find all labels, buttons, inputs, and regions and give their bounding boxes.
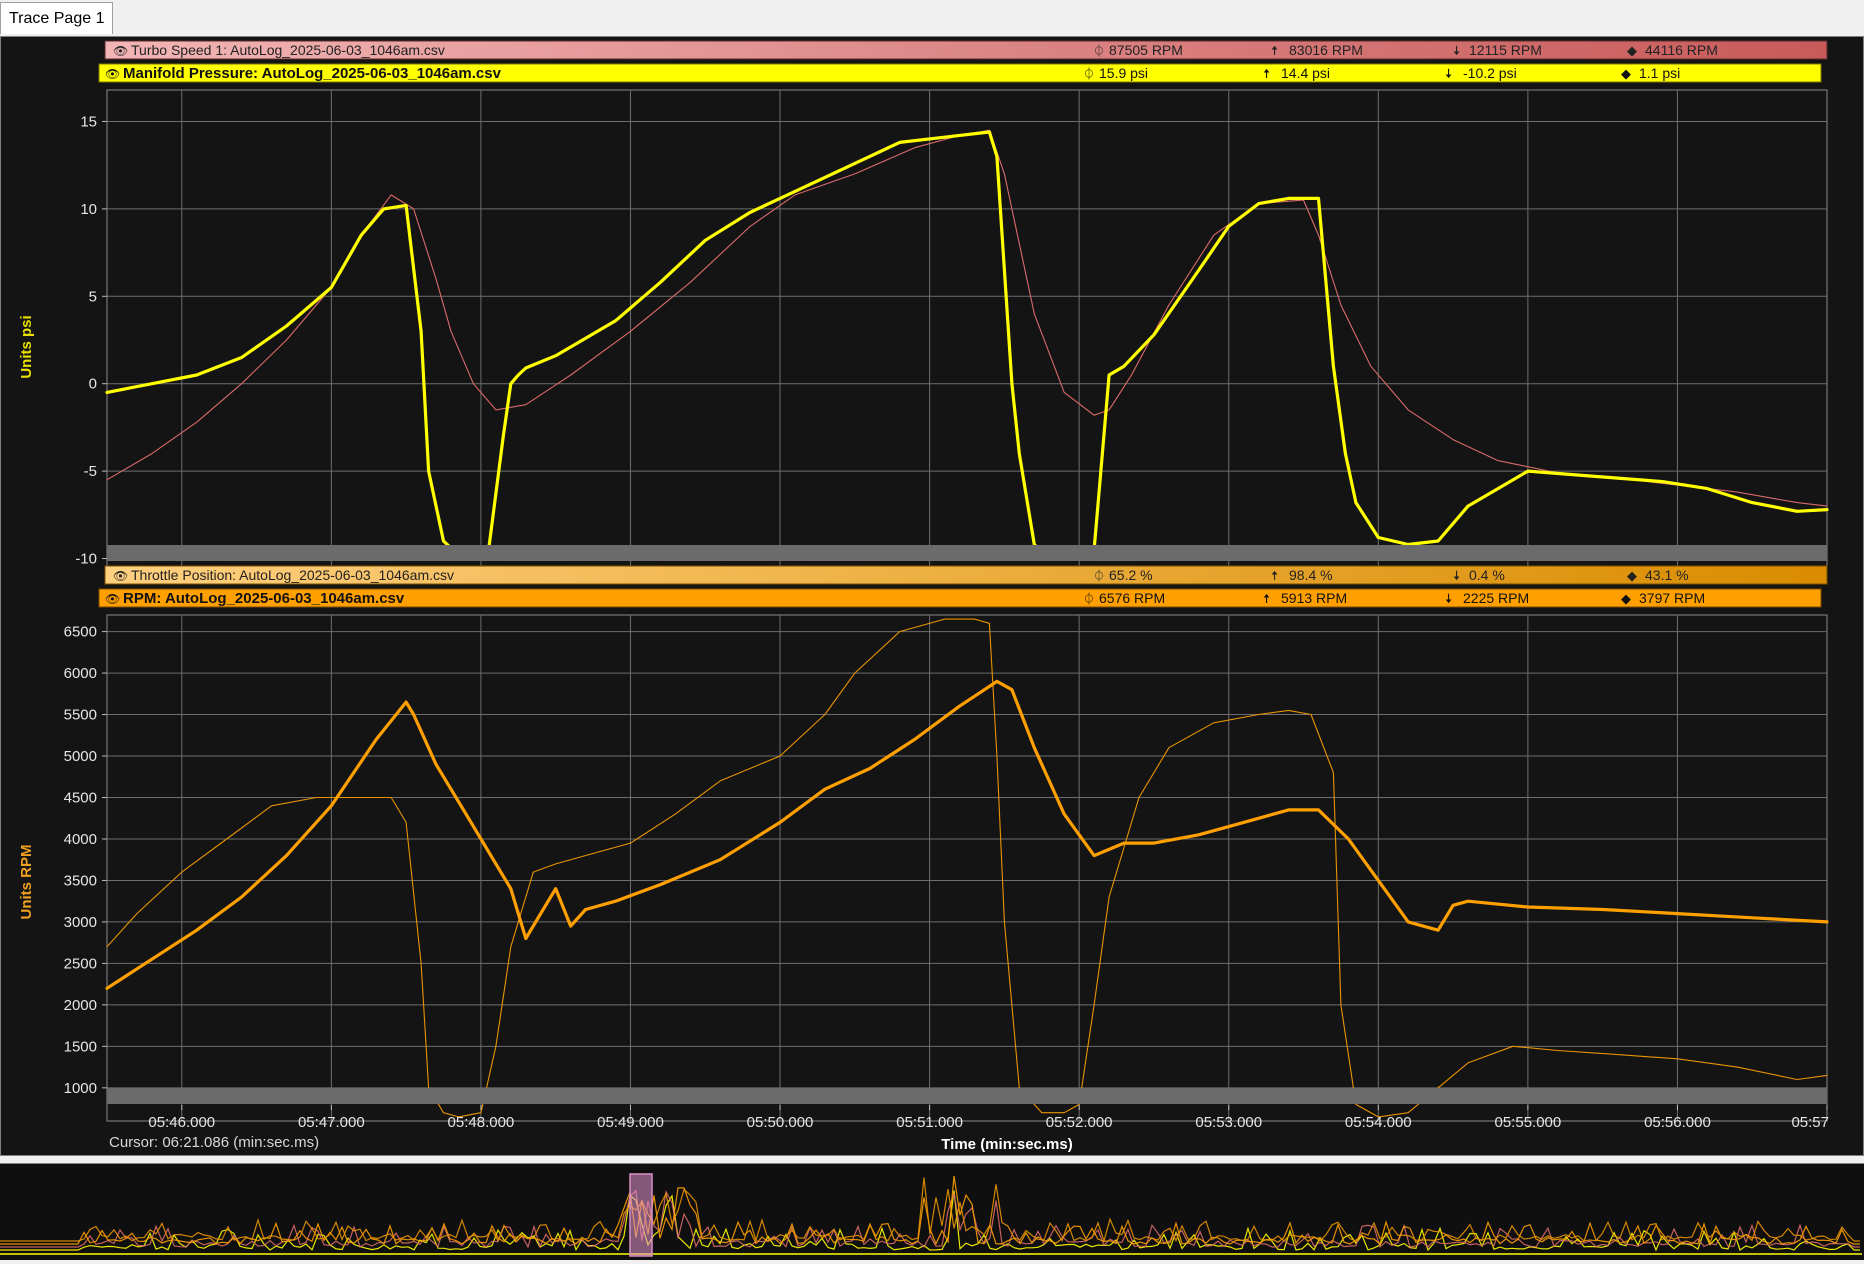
y-axis-label-psi: Units psi xyxy=(18,315,35,378)
diamond-icon: ◆ xyxy=(1621,66,1631,81)
arrow-down-icon: 🠇 xyxy=(1445,66,1452,81)
scrollbar-2[interactable] xyxy=(107,1088,1827,1104)
y-tick-label: 5000 xyxy=(64,748,97,765)
trace-page: 👁 Turbo Speed 1: AutoLog_2025-06-03_1046… xyxy=(0,36,1864,1156)
legend-max-rpm: 5913 RPM xyxy=(1281,590,1347,606)
legend-min-manifold-pressure: -10.2 psi xyxy=(1463,65,1517,81)
legend-max-throttle-position: 98.4 % xyxy=(1289,567,1333,583)
legend-label-turbo-speed: Turbo Speed 1: AutoLog_2025-06-03_1046am… xyxy=(131,42,445,58)
legend-min-turbo-speed: 12115 RPM xyxy=(1469,42,1542,58)
x-tick-label: 05:57 xyxy=(1791,1114,1829,1131)
tab-trace-page-1[interactable]: Trace Page 1 xyxy=(0,2,114,34)
cursor-value-icon: ⏀ xyxy=(1093,43,1105,58)
x-tick-label: 05:54.000 xyxy=(1345,1114,1412,1131)
x-tick-label: 05:49.000 xyxy=(597,1114,664,1131)
y-tick-label: 15 xyxy=(80,113,97,130)
x-tick-label: 05:53.000 xyxy=(1195,1114,1262,1131)
y-tick-label: 6000 xyxy=(64,665,97,682)
legend-max-turbo-speed: 83016 RPM xyxy=(1289,42,1363,58)
overview-strip[interactable] xyxy=(0,1163,1864,1260)
arrow-up-icon: 🠅 xyxy=(1271,568,1278,583)
panel-manifold-pressure: 👁 Turbo Speed 1: AutoLog_2025-06-03_1046… xyxy=(18,40,1829,577)
cursor-value-icon: ⏀ xyxy=(1083,591,1095,606)
plot-area-1[interactable] xyxy=(106,89,1828,577)
trace-charts: 👁 Turbo Speed 1: AutoLog_2025-06-03_1046… xyxy=(18,40,1829,1153)
legend-current-rpm: 6576 RPM xyxy=(1099,590,1165,606)
arrow-up-icon: 🠅 xyxy=(1263,591,1270,606)
legend-avg-rpm: 3797 RPM xyxy=(1639,590,1705,606)
legend-current-turbo-speed: 87505 RPM xyxy=(1109,42,1183,58)
legend-current-throttle-position: 65.2 % xyxy=(1109,567,1153,583)
arrow-down-icon: 🠇 xyxy=(1453,43,1460,58)
y-tick-label: 4500 xyxy=(64,789,97,806)
cursor-value-icon: ⏀ xyxy=(1093,568,1105,583)
legend-avg-manifold-pressure: 1.1 psi xyxy=(1639,65,1680,81)
legend-bar-rpm[interactable]: 👁 RPM: AutoLog_2025-06-03_1046am.csv ⏀ 6… xyxy=(98,588,1822,608)
y-tick-label: 2000 xyxy=(64,997,97,1014)
x-tick-label: 05:56.000 xyxy=(1644,1114,1711,1131)
eye-icon[interactable]: 👁 xyxy=(113,44,128,58)
tab-bar: Trace Page 1 xyxy=(0,0,1864,37)
x-tick-label: 05:50.000 xyxy=(747,1114,814,1131)
x-tick-label: 05:51.000 xyxy=(896,1114,963,1131)
y-tick-label: 5500 xyxy=(64,707,97,724)
y-tick-label: 4000 xyxy=(64,831,97,848)
y-tick-label: 1500 xyxy=(64,1038,97,1055)
y-tick-label: -5 xyxy=(84,463,97,480)
legend-label-manifold-pressure: Manifold Pressure: AutoLog_2025-06-03_10… xyxy=(123,65,502,82)
y-tick-label: 2500 xyxy=(64,955,97,972)
legend-label-rpm: RPM: AutoLog_2025-06-03_1046am.csv xyxy=(123,590,405,607)
y-tick-label: -10 xyxy=(75,551,97,568)
legend-max-manifold-pressure: 14.4 psi xyxy=(1281,65,1330,81)
diamond-icon: ◆ xyxy=(1627,43,1637,58)
arrow-up-icon: 🠅 xyxy=(1271,43,1278,58)
x-tick-label: 05:48.000 xyxy=(448,1114,515,1131)
x-tick-label: 05:52.000 xyxy=(1046,1114,1113,1131)
diamond-icon: ◆ xyxy=(1627,568,1637,583)
y-axis-ticks-2: 6500 6000 5500 5000 4500 4000 3500 3000 2500 2000… xyxy=(64,624,107,1097)
y-tick-label: 6500 xyxy=(64,624,97,641)
arrow-down-icon: 🠇 xyxy=(1453,568,1460,583)
scrollbar-1[interactable] xyxy=(107,545,1827,561)
eye-icon[interactable]: 👁 xyxy=(105,592,120,606)
cursor-value-icon: ⏀ xyxy=(1083,66,1095,81)
x-tick-label: 05:55.000 xyxy=(1495,1114,1562,1131)
x-tick-label: 05:47.000 xyxy=(298,1114,365,1131)
overview-viewport-handle[interactable] xyxy=(629,1173,653,1257)
legend-avg-throttle-position: 43.1 % xyxy=(1645,567,1689,583)
x-axis-label: Time (min:sec.ms) xyxy=(941,1136,1072,1153)
legend-avg-turbo-speed: 44116 RPM xyxy=(1645,42,1718,58)
eye-icon[interactable]: 👁 xyxy=(113,569,128,583)
y-tick-label: 3000 xyxy=(64,914,97,931)
legend-current-manifold-pressure: 15.9 psi xyxy=(1099,65,1148,81)
legend-bar-throttle-position[interactable]: 👁 Throttle Position: AutoLog_2025-06-03_… xyxy=(104,565,1828,585)
legend-min-rpm: 2225 RPM xyxy=(1463,590,1529,606)
y-tick-label: 5 xyxy=(89,288,97,305)
legend-bar-turbo-speed[interactable]: 👁 Turbo Speed 1: AutoLog_2025-06-03_1046… xyxy=(104,40,1828,60)
overview-trace[interactable] xyxy=(0,1164,1862,1259)
arrow-up-icon: 🠅 xyxy=(1263,66,1270,81)
panel-rpm: 👁 Throttle Position: AutoLog_2025-06-03_… xyxy=(18,565,1829,1122)
y-tick-label: 1000 xyxy=(64,1080,97,1097)
overview-lines xyxy=(0,1175,1862,1255)
y-axis-ticks-1: 15 10 5 0 -5 -10 xyxy=(75,113,107,568)
eye-icon[interactable]: 👁 xyxy=(105,67,120,81)
legend-bar-manifold-pressure[interactable]: 👁 Manifold Pressure: AutoLog_2025-06-03_… xyxy=(98,63,1822,83)
y-axis-label-rpm: Units RPM xyxy=(18,845,35,920)
arrow-down-icon: 🠇 xyxy=(1445,591,1452,606)
legend-label-throttle-position: Throttle Position: AutoLog_2025-06-03_10… xyxy=(131,567,454,583)
y-tick-label: 10 xyxy=(80,201,97,218)
plot-area-2[interactable] xyxy=(106,614,1828,1122)
cursor-readout: Cursor: 06:21.086 (min:sec.ms) xyxy=(109,1134,319,1151)
legend-min-throttle-position: 0.4 % xyxy=(1469,567,1505,583)
y-tick-label: 3500 xyxy=(64,872,97,889)
x-tick-label: 05:46.000 xyxy=(148,1114,215,1131)
diamond-icon: ◆ xyxy=(1621,591,1631,606)
y-tick-label: 0 xyxy=(89,376,97,393)
